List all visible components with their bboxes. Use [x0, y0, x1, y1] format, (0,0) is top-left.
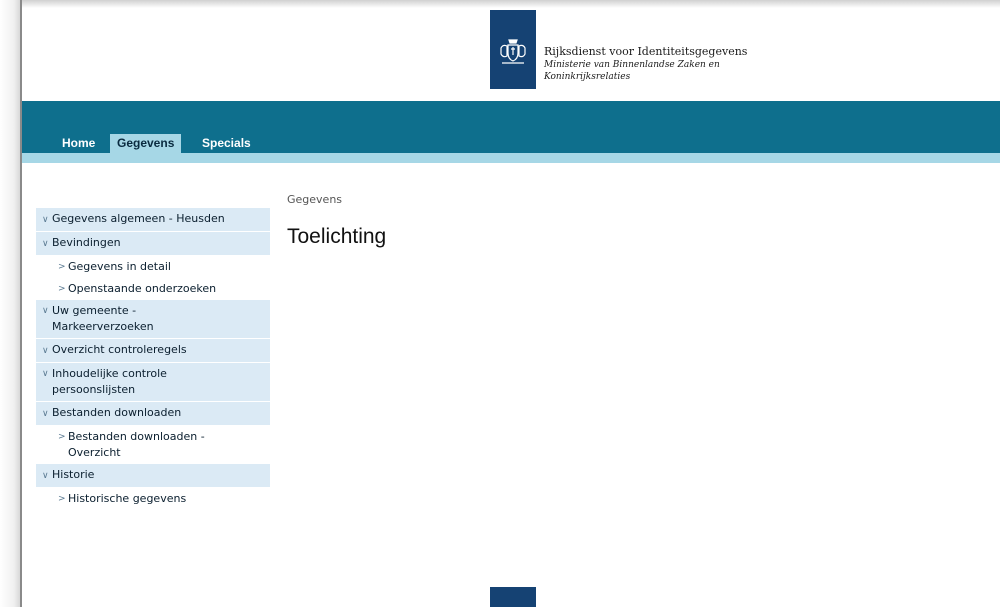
tab-home[interactable]: Home — [55, 134, 102, 153]
footer-ribbon — [490, 587, 536, 607]
sidebar-item-gegevens-algemeen[interactable]: ∨ Gegevens algemeen - Heusden — [36, 208, 270, 232]
sidebar-item-markeerverzoeken[interactable]: ∨ Uw gemeente - Markeerverzoeken — [36, 300, 270, 339]
ministry-line-2: Koninkrijksrelaties — [544, 72, 631, 82]
coat-of-arms-icon — [500, 39, 526, 64]
sidebar-item-bestanden-downloaden[interactable]: ∨ Bestanden downloaden — [36, 402, 270, 426]
sidebar-item-openstaande-onderzoeken[interactable]: > Openstaande onderzoeken — [36, 278, 270, 300]
sidebar-item-label: Gegevens in detail — [68, 260, 171, 273]
tab-specials[interactable]: Specials — [195, 134, 258, 153]
chevron-down-icon: ∨ — [42, 409, 49, 419]
chevron-down-icon: ∨ — [42, 215, 49, 225]
chevron-down-icon: ∨ — [42, 471, 49, 481]
sidebar-menu: ∨ Gegevens algemeen - Heusden ∨ Bevindinge… — [36, 208, 270, 510]
sidebar-item-label: Historie — [52, 468, 95, 481]
chevron-down-icon: ∨ — [42, 346, 49, 356]
chevron-down-icon: ∨ — [42, 306, 49, 316]
sidebar-item-label: Historische gegevens — [68, 492, 187, 505]
window-border — [20, 0, 22, 607]
chevron-right-icon: > — [58, 262, 66, 272]
chevron-down-icon: ∨ — [42, 369, 49, 379]
sidebar-item-label: Overzicht controleregels — [52, 343, 187, 356]
window-shadow — [0, 0, 20, 607]
chevron-down-icon: ∨ — [42, 239, 49, 249]
sidebar-item-historische-gegevens[interactable]: > Historische gegevens — [36, 488, 270, 510]
breadcrumb[interactable]: Gegevens — [287, 193, 342, 206]
chevron-right-icon: > — [58, 284, 66, 294]
sidebar-item-label: Bestanden downloaden - Overzicht — [68, 430, 205, 459]
sidebar-item-label: Bevindingen — [52, 236, 121, 249]
chevron-right-icon: > — [58, 432, 66, 442]
ministry-line-1: Ministerie van Binnenlandse Zaken en — [544, 60, 720, 70]
ministry-name: Ministerie van Binnenlandse Zaken en Kon… — [544, 59, 734, 83]
sidebar-item-label: Inhoudelijke controle persoonslijsten — [52, 367, 167, 396]
nav-stripe — [22, 153, 1000, 163]
tab-gegevens[interactable]: Gegevens — [110, 134, 182, 153]
sidebar-item-label: Gegevens algemeen - Heusden — [52, 212, 225, 225]
sidebar-item-label: Openstaande onderzoeken — [68, 282, 217, 295]
sidebar-item-historie[interactable]: ∨ Historie — [36, 464, 270, 488]
org-name: Rijksdienst voor Identiteitsgegevens — [544, 45, 748, 58]
sidebar-item-label: Uw gemeente - Markeerverzoeken — [52, 304, 154, 333]
sidebar-item-bestanden-overzicht[interactable]: > Bestanden downloaden - Overzicht — [36, 426, 270, 464]
sidebar-item-label: Bestanden downloaden — [52, 406, 182, 419]
sidebar-item-gegevens-in-detail[interactable]: > Gegevens in detail — [36, 256, 270, 278]
sidebar-item-overzicht-controleregels[interactable]: ∨ Overzicht controleregels — [36, 339, 270, 363]
chevron-right-icon: > — [58, 494, 66, 504]
page-title: Toelichting — [287, 225, 387, 248]
window-top-shadow — [20, 0, 1000, 8]
sidebar-item-inhoudelijke-controle[interactable]: ∨ Inhoudelijke controle persoonslijsten — [36, 363, 270, 402]
sidebar-item-bevindingen[interactable]: ∨ Bevindingen — [36, 232, 270, 256]
